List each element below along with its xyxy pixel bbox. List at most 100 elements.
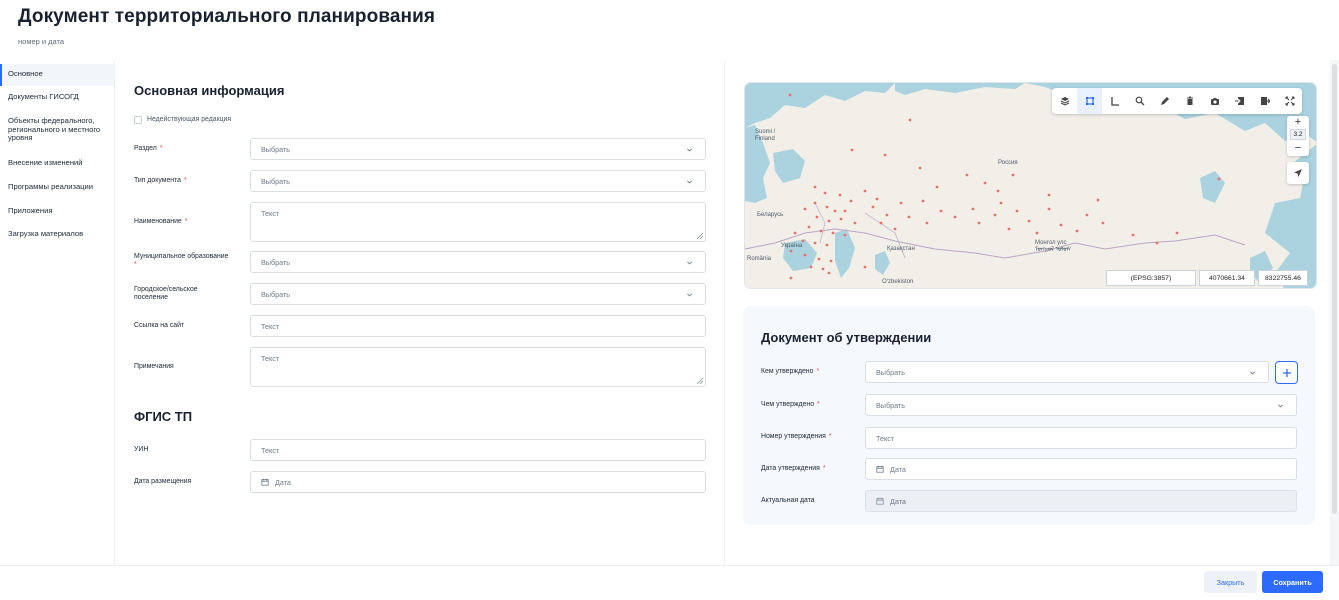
map-point-marker[interactable] <box>1075 229 1079 233</box>
map-point-marker[interactable] <box>921 199 925 203</box>
map-point-marker[interactable] <box>843 233 847 237</box>
import-button[interactable] <box>1227 88 1252 114</box>
add-approver-button[interactable] <box>1275 361 1298 384</box>
draw-button[interactable] <box>1152 88 1177 114</box>
map-point-marker[interactable] <box>893 227 897 231</box>
map-point-marker[interactable] <box>1047 207 1051 211</box>
map-point-marker[interactable] <box>807 225 811 229</box>
notes-textarea[interactable]: Текст <box>250 347 706 387</box>
map-point-marker[interactable] <box>821 267 825 271</box>
approved-by-select[interactable]: Выбрать <box>865 361 1269 383</box>
resize-handle-icon[interactable] <box>697 378 703 384</box>
map-point-marker[interactable] <box>1059 223 1063 227</box>
map-point-marker[interactable] <box>833 209 837 213</box>
map-point-marker[interactable] <box>803 253 807 257</box>
measure-button[interactable] <box>1102 88 1127 114</box>
locate-button[interactable] <box>1287 162 1309 184</box>
map-point-marker[interactable] <box>885 213 889 217</box>
map-point-marker[interactable] <box>789 276 793 280</box>
screenshot-button[interactable] <box>1202 88 1227 114</box>
name-textarea[interactable]: Текст <box>250 202 706 242</box>
map-point-marker[interactable] <box>813 201 817 205</box>
map-point-marker[interactable] <box>827 271 831 275</box>
map-point-marker[interactable] <box>1155 241 1159 245</box>
layers-button[interactable] <box>1052 88 1077 114</box>
map-point-marker[interactable] <box>1175 231 1179 235</box>
map-point-marker[interactable] <box>899 201 903 205</box>
map-point-marker[interactable] <box>871 205 875 209</box>
delete-button[interactable] <box>1177 88 1202 114</box>
close-button[interactable]: Закрыть <box>1204 571 1257 593</box>
map-point-marker[interactable] <box>1085 213 1089 217</box>
map-point-marker[interactable] <box>813 185 817 189</box>
map-point-marker[interactable] <box>1101 221 1105 225</box>
site-link-input[interactable]: Текст <box>250 315 706 337</box>
export-button[interactable] <box>1252 88 1277 114</box>
map-point-marker[interactable] <box>883 153 887 157</box>
map-point-marker[interactable] <box>863 265 867 269</box>
map-point-marker[interactable] <box>815 215 819 219</box>
map-point-marker[interactable] <box>1011 173 1015 177</box>
map-point-marker[interactable] <box>1027 219 1031 223</box>
map-point-marker[interactable] <box>831 231 835 235</box>
map-point-marker[interactable] <box>1131 233 1135 237</box>
map-point-marker[interactable] <box>813 241 817 245</box>
uin-input[interactable]: Текст <box>250 439 706 461</box>
map-point-marker[interactable] <box>983 181 987 185</box>
map-point-marker[interactable] <box>819 229 823 233</box>
map-point-marker[interactable] <box>839 217 843 221</box>
sidebar-item-gisogd-documents[interactable]: Документы ГИСОГД <box>0 92 114 102</box>
map-point-marker[interactable] <box>849 199 853 203</box>
select-area-button[interactable] <box>1077 88 1102 114</box>
search-button[interactable] <box>1127 88 1152 114</box>
section-select[interactable]: Выбрать <box>250 138 706 160</box>
map-point-marker[interactable] <box>1096 198 1100 202</box>
inactive-edition-checkbox[interactable] <box>134 116 142 124</box>
sidebar-item-programs[interactable]: Программы реализации <box>0 182 114 192</box>
sidebar-item-main[interactable]: Основное <box>0 64 114 86</box>
map-point-marker[interactable] <box>996 189 1000 193</box>
map-point-marker[interactable] <box>965 173 969 177</box>
map-point-marker[interactable] <box>829 259 833 263</box>
approved-with-select[interactable]: Выбрать <box>865 394 1297 416</box>
municipality-select[interactable]: Выбрать <box>250 251 706 273</box>
map-point-marker[interactable] <box>850 148 854 152</box>
settlement-select[interactable]: Выбрать <box>250 283 706 305</box>
sidebar-item-changes[interactable]: Внесение изменений <box>0 158 114 168</box>
map-point-marker[interactable] <box>853 221 857 225</box>
map-point-marker[interactable] <box>879 221 883 225</box>
map-point-marker[interactable] <box>827 219 831 223</box>
map-point-marker[interactable] <box>788 93 792 97</box>
sidebar-item-objects[interactable]: Объекты федерального, регионального и ме… <box>0 116 112 143</box>
map-point-marker[interactable] <box>793 231 797 235</box>
map-point-marker[interactable] <box>953 215 957 219</box>
map-point-marker[interactable] <box>908 118 912 122</box>
doc-type-select[interactable]: Выбрать <box>250 170 706 192</box>
map-point-marker[interactable] <box>971 207 975 211</box>
map-point-marker[interactable] <box>977 221 981 225</box>
map-point-marker[interactable] <box>825 243 829 247</box>
map-point-marker[interactable] <box>907 215 911 219</box>
sidebar-item-upload[interactable]: Загрузка материалов <box>0 229 114 239</box>
map-point-marker[interactable] <box>817 257 821 261</box>
map-point-marker[interactable] <box>838 193 842 197</box>
map-point-marker[interactable] <box>825 205 829 209</box>
map-point-marker[interactable] <box>803 207 807 211</box>
map-point-marker[interactable] <box>843 209 847 213</box>
sidebar-item-attachments[interactable]: Приложения <box>0 206 114 216</box>
map-point-marker[interactable] <box>863 189 867 193</box>
map-point-marker[interactable] <box>789 249 793 253</box>
map-point-marker[interactable] <box>875 197 879 201</box>
save-button[interactable]: Сохранить <box>1262 571 1323 593</box>
map-point-marker[interactable] <box>993 213 997 217</box>
map-point-marker[interactable] <box>801 239 805 243</box>
publish-date-input[interactable]: Дата <box>250 471 706 493</box>
map-point-marker[interactable] <box>999 201 1003 205</box>
map-point-marker[interactable] <box>1007 227 1011 231</box>
map-point-marker[interactable] <box>935 185 939 189</box>
zoom-in-button[interactable]: + <box>1287 116 1309 128</box>
fullscreen-button[interactable] <box>1277 88 1302 114</box>
map-point-marker[interactable] <box>1047 193 1051 197</box>
map-point-marker[interactable] <box>1035 231 1039 235</box>
map-point-marker[interactable] <box>939 209 943 213</box>
